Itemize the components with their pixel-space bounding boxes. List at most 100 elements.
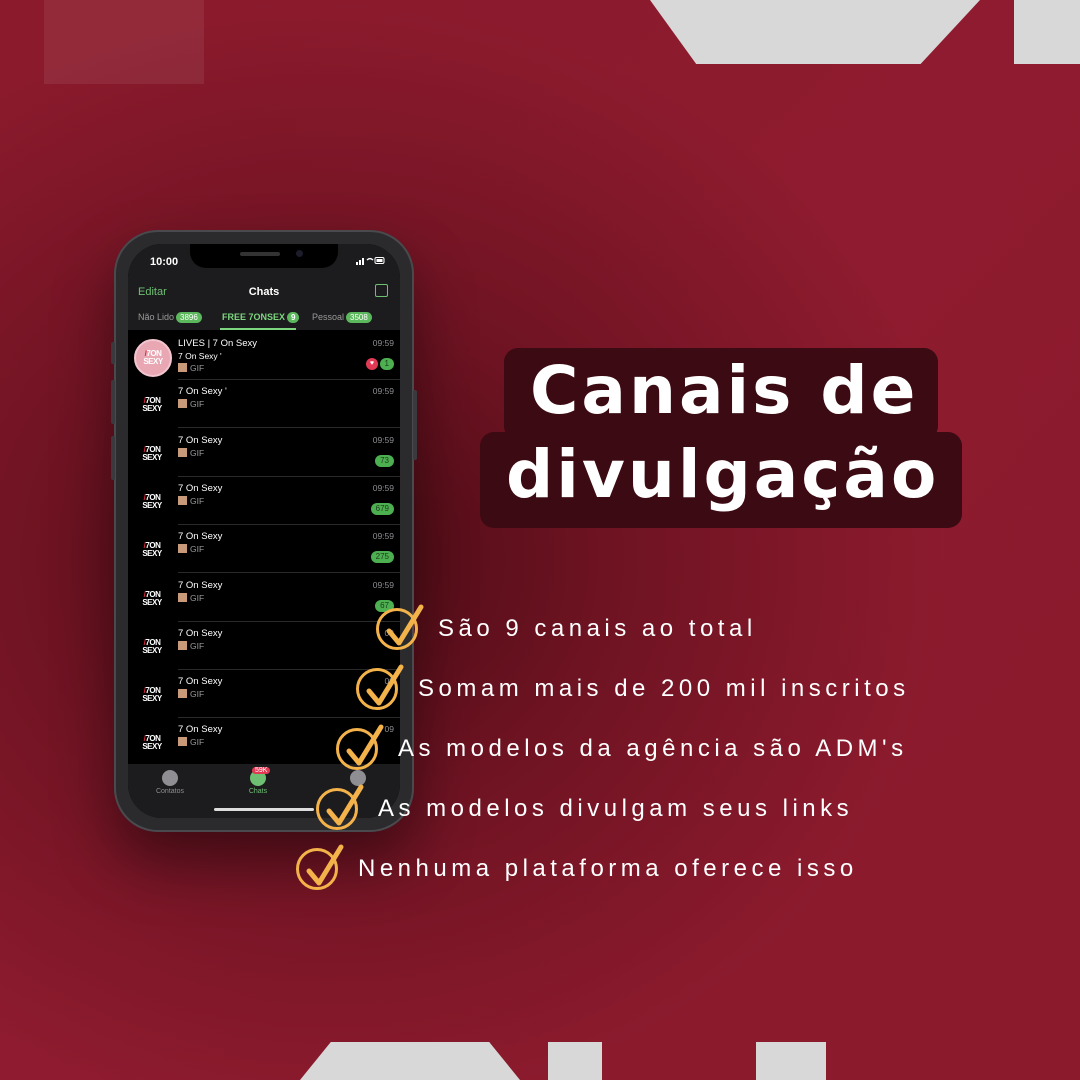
decor-letter-left	[44, 0, 204, 84]
checkmark-icon	[336, 724, 384, 770]
checkmark-icon	[356, 664, 404, 710]
logo-line-2: SEXY	[142, 404, 162, 414]
chat-preview: GIF	[178, 689, 204, 699]
camera-icon	[296, 250, 303, 257]
heart-icon: ♥	[366, 358, 378, 370]
chats-title: Chats	[248, 286, 280, 298]
chat-row[interactable]: /7ON SEXY 7 On Sexy ' GIF 09:59	[128, 380, 400, 429]
preview-text: GIF	[190, 689, 205, 700]
gif-thumbnail-icon	[178, 737, 187, 747]
channel-avatar: /7ON SEXY	[134, 677, 170, 714]
channel-avatar: /7ON SEXY	[134, 580, 170, 617]
chat-name: LIVES | 7 On Sexy	[178, 338, 258, 349]
preview-text: GIF	[190, 399, 205, 410]
tab-contacts[interactable]: Contatos	[140, 770, 200, 795]
logo-line-2: SEXY	[142, 742, 162, 752]
chat-name: 7 On Sexy	[178, 531, 223, 543]
tab-chats[interactable]: 59K Chats	[228, 767, 288, 795]
channel-avatar: /7ON SEXY	[134, 532, 170, 569]
checkmark-icon	[316, 784, 364, 830]
chat-preview: GIF	[178, 495, 205, 506]
preview-text: GIF	[190, 447, 205, 458]
tab-label: FREE 7ONSEX	[222, 312, 286, 322]
chat-name: 7 On Sexy	[178, 627, 223, 639]
7onsexy-logo-icon: /7ON SEXY	[142, 492, 162, 510]
chat-preview: GIF	[178, 447, 205, 458]
chat-row[interactable]: /7ON SEXY 7 On Sexy GIF 09:59 67	[128, 574, 400, 622]
feature-text: Somam mais de 200 mil inscritos	[418, 675, 910, 702]
chat-row[interactable]: /7ON SEXY 7 On Sexy GIF 09:59 73	[128, 429, 400, 477]
chat-name: 7 On Sexy '	[178, 386, 227, 398]
signal-wifi-battery-icon	[356, 256, 386, 267]
decor-block-bottom-right	[756, 1042, 826, 1080]
preview-text: GIF	[190, 544, 205, 555]
status-time: 10:00	[150, 256, 179, 268]
chat-preview: GIF	[178, 399, 204, 409]
decor-shape-top-right	[650, 0, 980, 64]
chat-time: 09:59	[372, 531, 394, 542]
phone-volume-down	[111, 436, 115, 480]
gif-thumbnail-icon	[178, 689, 187, 699]
feature-item: Nenhuma plataforma oferece isso	[296, 844, 858, 890]
feature-text: As modelos divulgam seus links	[378, 795, 854, 822]
home-indicator	[214, 808, 314, 811]
tab-nao-lido[interactable]: Não Lido 3896	[138, 312, 202, 323]
7onsexy-logo-icon: /7ON SEXY	[142, 637, 162, 655]
gif-thumbnail-icon	[178, 399, 187, 409]
chat-row[interactable]: /7ON SEXY LIVES | 7 On Sexy 7 On Sexy ' G…	[128, 332, 400, 380]
compose-icon[interactable]	[375, 284, 388, 297]
chat-preview: GIF	[178, 544, 204, 554]
tab-free-7onsex[interactable]: FREE 7ONSEX 9	[222, 312, 300, 323]
7onsexy-logo-icon: /7ON SEXY	[142, 589, 162, 607]
7onsexy-logo-icon: /7ON SEXY	[142, 541, 162, 559]
chat-name: 7 On Sexy	[178, 482, 223, 494]
feature-text: São 9 canais ao total	[438, 615, 757, 642]
headline-line-2: divulgação	[506, 436, 940, 513]
phone-power-button	[413, 390, 417, 460]
chat-name: 7 On Sexy	[178, 579, 223, 591]
speaker	[240, 252, 280, 256]
preview-text: GIF	[190, 495, 205, 506]
tab-pessoal[interactable]: Pessoal 3508	[312, 312, 372, 323]
logo-line-2: SEXY	[142, 549, 162, 559]
unread-badge: 275	[370, 551, 394, 564]
tab-badge: 3508	[346, 312, 372, 323]
logo-line-2: SEXY	[142, 500, 162, 510]
feature-text: As modelos da agência são ADM's	[398, 735, 908, 762]
7onsexy-logo-icon: /7ON SEXY	[142, 734, 162, 752]
checkmark-icon	[376, 604, 424, 650]
channel-avatar: /7ON SEXY	[134, 435, 170, 472]
7onsexy-logo-icon: /7ON SEXY	[142, 686, 162, 704]
logo-line-2: SEXY	[142, 694, 162, 704]
chat-time: 09:59	[372, 338, 394, 348]
chats-badge: 59K	[252, 767, 271, 774]
tab-badge: 3896	[176, 312, 202, 323]
preview-text: GIF	[190, 640, 205, 651]
phone-notch	[190, 244, 338, 268]
unread-badge: 679	[370, 502, 394, 515]
chat-row[interactable]: /7ON SEXY 7 On Sexy GIF 09:59 679	[128, 477, 400, 525]
feature-item: Somam mais de 200 mil inscritos	[356, 664, 910, 710]
headline-line-1: Canais de	[530, 352, 919, 429]
channel-avatar: /7ON SEXY	[134, 628, 170, 665]
person-icon	[162, 770, 178, 786]
channel-avatar: /7ON SEXY	[134, 725, 170, 762]
phone-volume-up	[111, 380, 115, 424]
chat-row[interactable]: /7ON SEXY 7 On Sexy GIF 09	[128, 622, 400, 670]
tab-label: Pessoal	[312, 312, 345, 322]
gif-thumbnail-icon	[178, 495, 187, 505]
tab-contacts-label: Contatos	[155, 788, 185, 795]
channel-avatar: /7ON SEXY	[134, 339, 172, 377]
gif-thumbnail-icon	[178, 447, 187, 457]
phone-side-button	[111, 342, 115, 364]
channel-avatar: /7ON SEXY	[134, 483, 170, 520]
gif-thumbnail-icon	[178, 363, 187, 372]
chat-preview: GIF	[178, 737, 204, 747]
feature-text: Nenhuma plataforma oferece isso	[358, 855, 858, 882]
chat-row[interactable]: /7ON SEXY 7 On Sexy GIF 09:59 275	[128, 525, 400, 574]
feature-item: As modelos da agência são ADM's	[336, 724, 908, 770]
channel-avatar: /7ON SEXY	[134, 387, 170, 424]
tab-chats-label: Chats	[248, 788, 268, 795]
chat-preview: GIF	[178, 363, 204, 373]
chat-time: 09:59	[372, 482, 394, 493]
